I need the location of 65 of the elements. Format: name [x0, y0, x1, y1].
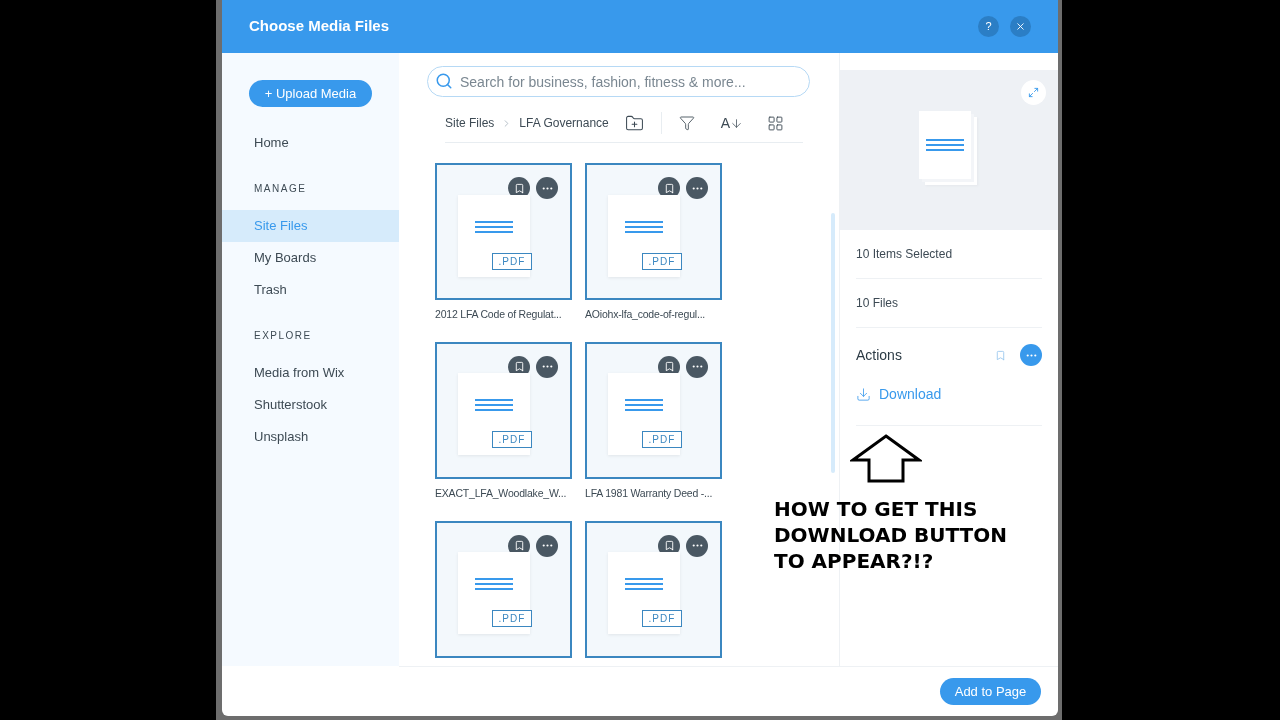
expand-icon	[1028, 87, 1039, 98]
bookmark-icon	[663, 540, 675, 551]
sidebar-item[interactable]: Home	[222, 127, 399, 159]
more-button[interactable]	[536, 355, 558, 378]
file-type-tag: .PDF	[491, 610, 533, 627]
file-type-tag: .PDF	[641, 610, 683, 627]
file-name: LFA 1981 Warranty Deed -...	[585, 485, 713, 501]
breadcrumb-item[interactable]: Site Files	[445, 114, 495, 132]
dialog-title: Choose Media Files	[249, 16, 390, 37]
file-thumbnail[interactable]: .PDF	[435, 341, 572, 479]
file-thumbnail[interactable]: .PDF	[585, 341, 722, 479]
bookmark-icon	[513, 361, 525, 373]
sidebar-item[interactable]: Unsplash	[222, 421, 399, 453]
help-button[interactable]: ?	[978, 16, 999, 37]
file-thumbnail[interactable]: .PDF	[435, 163, 572, 300]
scrollbar[interactable]	[831, 213, 835, 473]
grid-view-icon[interactable]	[767, 114, 785, 132]
upload-media-button[interactable]: + Upload Media	[249, 80, 372, 107]
sidebar-item[interactable]: Shutterstook	[222, 389, 399, 421]
more-button[interactable]	[686, 355, 708, 378]
sidebar-item[interactable]: Site Files	[222, 210, 399, 242]
file-name: 2012 LFA Code of Regulat...	[435, 307, 562, 322]
document-icon	[457, 194, 530, 277]
document-icon	[457, 373, 530, 456]
search-icon	[435, 72, 453, 90]
new-folder-icon[interactable]	[624, 113, 644, 133]
actions-title: Actions	[856, 345, 902, 365]
file-type-tag: .PDF	[491, 431, 533, 449]
bookmark-icon	[663, 182, 675, 194]
sidebar-item[interactable]: My Boards	[222, 242, 399, 274]
more-button[interactable]	[686, 177, 708, 199]
search-field[interactable]: Search for business, fashion, fitness & more...	[427, 66, 810, 97]
bookmark-icon	[663, 361, 675, 373]
file-name: AOiohx-lfa_code-of-regul...	[585, 307, 706, 322]
document-icon	[607, 552, 680, 634]
file-count: 10 Files	[856, 295, 899, 312]
document-icon	[457, 552, 530, 634]
document-icon	[607, 373, 680, 456]
file-thumbnail[interactable]: .PDF	[585, 163, 722, 300]
arrow-down-icon	[730, 116, 744, 130]
more-button[interactable]	[1020, 344, 1042, 366]
section-heading: EXPLORE	[253, 329, 313, 343]
up-arrow-icon	[850, 434, 922, 484]
document-icon	[607, 194, 680, 277]
section-heading: MANAGE	[253, 182, 308, 196]
download-icon	[856, 387, 871, 402]
filter-icon[interactable]	[678, 115, 695, 131]
close-icon	[1015, 21, 1026, 32]
file-thumbnail[interactable]: .PDF	[585, 520, 722, 658]
download-link[interactable]: Download	[856, 384, 942, 405]
bookmark-icon	[513, 540, 525, 551]
breadcrumb-item[interactable]: LFA Governance	[519, 114, 609, 132]
sidebar-item[interactable]: Trash	[222, 274, 399, 306]
sort-button[interactable]: A	[720, 112, 744, 134]
file-thumbnail[interactable]: .PDF	[435, 520, 572, 658]
file-type-tag: .PDF	[641, 431, 683, 449]
add-to-page-button[interactable]: Add to Page	[940, 678, 1041, 705]
sidebar-item[interactable]: Media from Wix	[222, 357, 399, 389]
more-button[interactable]	[536, 177, 558, 199]
annotation-text: HOW TO GET THIS DOWNLOAD BUTTON TO APPEAR?!?	[774, 496, 1008, 574]
bookmark-icon	[513, 182, 525, 194]
more-button[interactable]	[536, 534, 558, 557]
more-button[interactable]	[686, 534, 708, 557]
file-name: EXACT_LFA_Woodlake_W...	[435, 485, 567, 501]
selection-count: 10 Items Selected	[856, 246, 953, 263]
